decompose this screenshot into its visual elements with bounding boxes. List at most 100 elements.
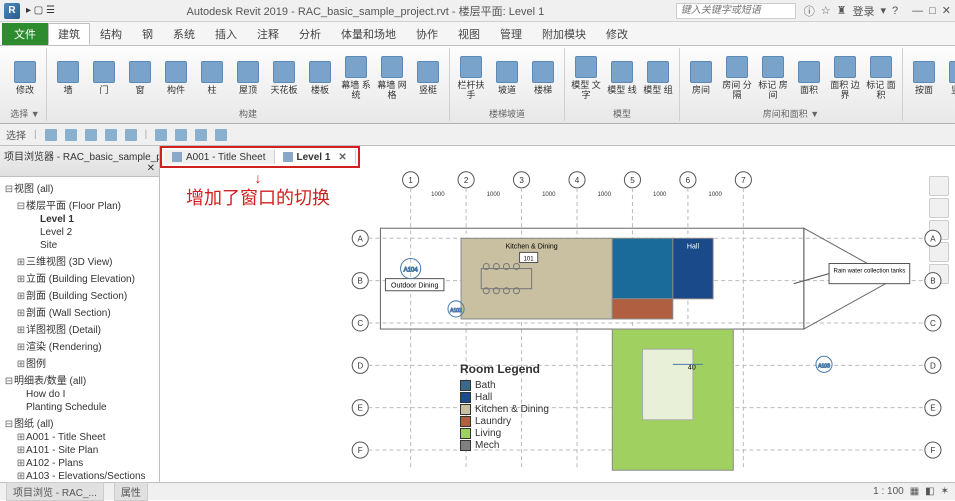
tree-node[interactable]: ⊞图例 bbox=[2, 354, 157, 371]
tree-node[interactable]: ⊞三维视图 (3D View) bbox=[2, 252, 157, 269]
ribbon-tab[interactable]: 注释 bbox=[247, 23, 289, 45]
tree-node[interactable]: ⊟图纸 (all) bbox=[2, 414, 157, 431]
ribbon-button[interactable]: 面积 边界 bbox=[828, 54, 862, 102]
login-button[interactable]: 登录 bbox=[852, 3, 874, 19]
tree-node[interactable]: ⊞A103 - Elevations/Sections bbox=[2, 470, 157, 482]
minimize-button[interactable]: — bbox=[912, 5, 923, 17]
tool-icon bbox=[85, 129, 97, 141]
tool-icon bbox=[496, 61, 518, 83]
ribbon-button[interactable]: 竖井 bbox=[943, 59, 955, 97]
tree-node[interactable]: ⊞剖面 (Wall Section) bbox=[2, 303, 157, 320]
ribbon-button[interactable]: 栏杆扶手 bbox=[454, 54, 488, 102]
ribbon-button[interactable]: 楼梯 bbox=[526, 59, 560, 97]
ribbon-button[interactable]: 修改 bbox=[8, 59, 42, 97]
browser-tree[interactable]: ⊟视图 (all)⊟楼层平面 (Floor Plan)Level 1Level … bbox=[0, 177, 159, 482]
tree-node[interactable]: ⊞A101 - Site Plan bbox=[2, 444, 157, 457]
zoom-level[interactable]: 1 : 100 bbox=[873, 486, 904, 497]
ribbon-button[interactable]: 柱 bbox=[195, 59, 229, 97]
tool-icon bbox=[273, 61, 295, 83]
ribbon-button[interactable]: 模型 组 bbox=[641, 59, 675, 97]
ribbon-button[interactable]: 幕墙 系统 bbox=[339, 54, 373, 102]
ribbon-button[interactable]: 竖梃 bbox=[411, 59, 445, 97]
ribbon-button[interactable]: 坡道 bbox=[490, 59, 524, 97]
tool-icon bbox=[690, 61, 712, 83]
close-button[interactable]: ✕ bbox=[942, 4, 951, 17]
tree-node[interactable]: Level 1 bbox=[2, 213, 157, 226]
ribbon-button[interactable]: 天花板 bbox=[267, 59, 301, 97]
file-tab[interactable]: 文件 bbox=[2, 23, 48, 45]
ribbon-tab[interactable]: 附加模块 bbox=[532, 23, 596, 45]
ribbon-button[interactable]: 房间 bbox=[684, 59, 718, 97]
tree-node[interactable]: ⊞A001 - Title Sheet bbox=[2, 431, 157, 444]
ribbon-tab[interactable]: 钢 bbox=[132, 23, 163, 45]
ribbon-button[interactable]: 模型 线 bbox=[605, 59, 639, 97]
view-control-icon[interactable]: ◧ bbox=[925, 486, 934, 497]
ribbon-button[interactable]: 墙 bbox=[51, 59, 85, 97]
project-browser: 项目浏览器 - RAC_basic_sample_project...✕ ⊟视图… bbox=[0, 146, 160, 482]
user-icon[interactable]: ♜ bbox=[837, 4, 847, 17]
tool-icon bbox=[105, 129, 117, 141]
browser-close-icon[interactable]: ✕ bbox=[147, 163, 155, 174]
ribbon-button[interactable]: 楼板 bbox=[303, 59, 337, 97]
document-tab[interactable]: Level 1✕ bbox=[275, 150, 356, 164]
legend-title: Room Legend bbox=[460, 362, 549, 376]
document-tab[interactable]: A001 - Title Sheet bbox=[164, 150, 275, 164]
floor-plan-view[interactable]: 1100021000310004100051000610007 AABBCCDD… bbox=[330, 166, 945, 482]
ribbon-tab[interactable]: 结构 bbox=[90, 23, 132, 45]
ribbon-tab[interactable]: 修改 bbox=[596, 23, 638, 45]
window-title: Autodesk Revit 2019 - RAC_basic_sample_p… bbox=[55, 3, 676, 19]
tree-node[interactable]: How do I bbox=[2, 388, 157, 401]
tab-close-icon[interactable]: ✕ bbox=[338, 152, 346, 163]
tree-node[interactable]: ⊟楼层平面 (Floor Plan) bbox=[2, 196, 157, 213]
tree-node[interactable]: ⊞剖面 (Building Section) bbox=[2, 286, 157, 303]
svg-text:A: A bbox=[930, 234, 936, 243]
maximize-button[interactable]: □ bbox=[929, 5, 936, 17]
ribbon-button[interactable]: 窗 bbox=[123, 59, 157, 97]
status-tab-properties[interactable]: 属性 bbox=[114, 482, 148, 501]
ribbon-button[interactable]: 按面 bbox=[907, 59, 941, 97]
tree-node[interactable]: ⊞立面 (Building Elevation) bbox=[2, 269, 157, 286]
search-input[interactable] bbox=[676, 3, 796, 19]
ribbon-button[interactable]: 幕墙 网格 bbox=[375, 54, 409, 102]
tree-node[interactable]: ⊞渲染 (Rendering) bbox=[2, 337, 157, 354]
ribbon-tab[interactable]: 建筑 bbox=[48, 23, 90, 45]
ribbon-button[interactable]: 屋顶 bbox=[231, 59, 265, 97]
ribbon-button[interactable]: 标记 面积 bbox=[864, 54, 898, 102]
ribbon-button[interactable]: 面积 bbox=[792, 59, 826, 97]
star-icon[interactable]: ☆ bbox=[821, 4, 831, 17]
tree-node[interactable]: ⊟明细表/数量 (all) bbox=[2, 371, 157, 388]
tree-node[interactable]: ⊟视图 (all) bbox=[2, 179, 157, 196]
tree-node[interactable]: Level 2 bbox=[2, 226, 157, 239]
ribbon-tab[interactable]: 分析 bbox=[289, 23, 331, 45]
ribbon-tab[interactable]: 体量和场地 bbox=[331, 23, 406, 45]
info-icon[interactable]: ⓘ bbox=[804, 3, 815, 19]
svg-text:1000: 1000 bbox=[487, 192, 501, 198]
ribbon-tab[interactable]: 系统 bbox=[163, 23, 205, 45]
ribbon-button[interactable]: 门 bbox=[87, 59, 121, 97]
ribbon-button[interactable]: 房间 分隔 bbox=[720, 54, 754, 102]
svg-text:B: B bbox=[930, 277, 935, 286]
ribbon-button[interactable]: 构件 bbox=[159, 59, 193, 97]
group-label: 房间和面积 ▼ bbox=[763, 107, 819, 121]
tree-node[interactable]: ⊞A102 - Plans bbox=[2, 457, 157, 470]
legend-swatch bbox=[460, 440, 471, 451]
ribbon-tab[interactable]: 协作 bbox=[406, 23, 448, 45]
ribbon-button[interactable]: 标记 房间 bbox=[756, 54, 790, 102]
tool-icon bbox=[460, 56, 482, 78]
tree-node[interactable]: ⊞详图视图 (Detail) bbox=[2, 320, 157, 337]
drawing-canvas[interactable]: A001 - Title SheetLevel 1✕ ↓ 增加了窗口的切换 11… bbox=[160, 146, 955, 482]
tree-node[interactable]: Site bbox=[2, 239, 157, 252]
svg-text:Hall: Hall bbox=[687, 243, 700, 250]
ribbon-tab[interactable]: 插入 bbox=[205, 23, 247, 45]
status-tab-browser[interactable]: 项目浏览 - RAC_... bbox=[6, 482, 104, 501]
tool-icon bbox=[762, 56, 784, 78]
tree-node[interactable]: Planting Schedule bbox=[2, 401, 157, 414]
ribbon-button[interactable]: 模型 文字 bbox=[569, 54, 603, 102]
view-control-icon[interactable]: ✶ bbox=[941, 486, 949, 497]
legend-swatch bbox=[460, 404, 471, 415]
svg-text:1000: 1000 bbox=[708, 192, 722, 198]
view-control-icon[interactable]: ▦ bbox=[910, 486, 919, 497]
help-icon[interactable]: ? bbox=[892, 5, 898, 17]
ribbon-tab[interactable]: 管理 bbox=[490, 23, 532, 45]
ribbon-tab[interactable]: 视图 bbox=[448, 23, 490, 45]
